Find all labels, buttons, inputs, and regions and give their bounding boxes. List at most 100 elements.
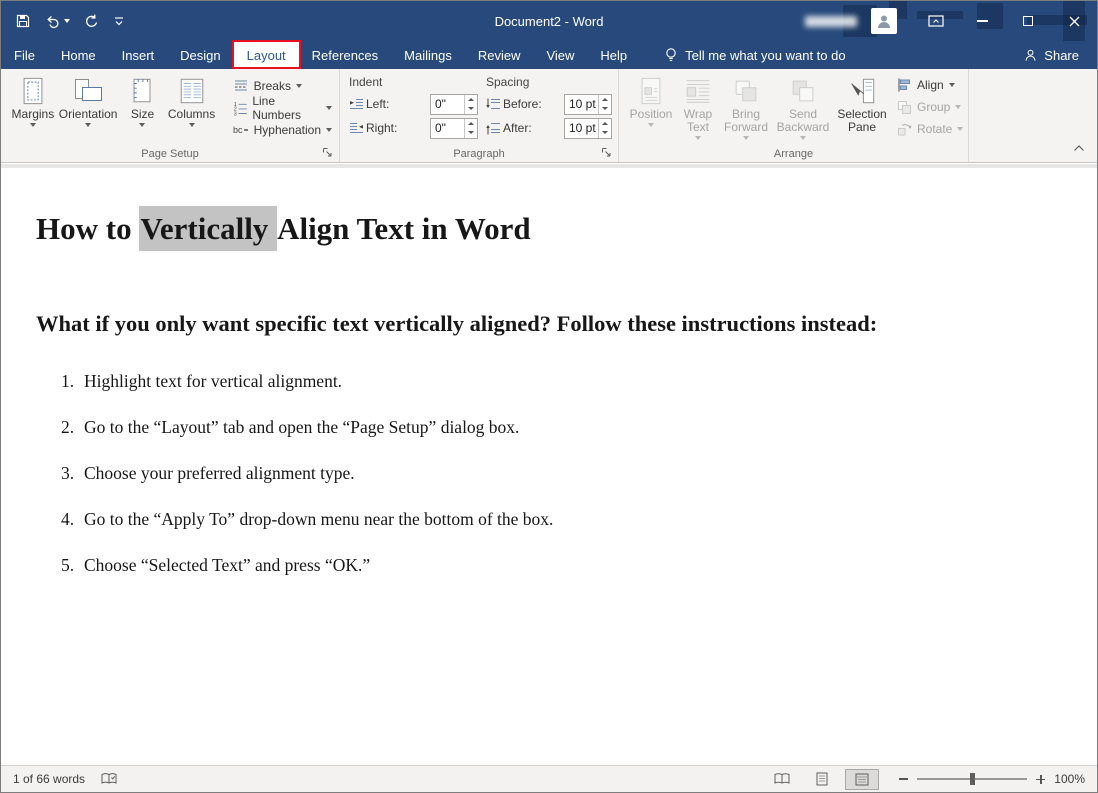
indent-heading: Indent: [349, 75, 478, 89]
spacing-after-spin-down[interactable]: [599, 128, 611, 138]
line-numbers-icon: 123: [233, 100, 248, 116]
svg-text:bc: bc: [233, 125, 243, 135]
print-layout-button[interactable]: [805, 769, 839, 790]
ribbon-display-options-button[interactable]: [913, 1, 959, 41]
hyphenation-label: Hyphenation: [254, 123, 321, 137]
wrap-text-button[interactable]: Wrap Text: [675, 72, 721, 142]
indent-right-spin-down[interactable]: [465, 128, 477, 138]
list-text: Choose “Selected Text” and press “OK.”: [84, 556, 370, 575]
paragraph-dialog-launcher[interactable]: [600, 146, 613, 159]
maximize-button[interactable]: [1005, 1, 1051, 41]
align-button[interactable]: Align: [893, 74, 967, 95]
breaks-label: Breaks: [254, 79, 291, 93]
margins-button[interactable]: Margins: [9, 72, 57, 142]
tab-review[interactable]: Review: [465, 41, 534, 69]
group-dropdown-icon: [955, 105, 961, 109]
tab-mailings[interactable]: Mailings: [391, 41, 465, 69]
spacing-after-label: After:: [503, 121, 532, 135]
share-label: Share: [1044, 48, 1079, 63]
tab-references[interactable]: References: [299, 41, 391, 69]
columns-dropdown-icon: [189, 123, 195, 127]
indent-left-spin-up[interactable]: [465, 95, 477, 105]
collapse-ribbon-button[interactable]: [1073, 139, 1085, 157]
size-button[interactable]: Size: [119, 72, 165, 142]
spacing-before-input[interactable]: [564, 94, 612, 115]
zoom-slider-thumb[interactable]: [970, 773, 975, 785]
indent-left-spin-down[interactable]: [465, 104, 477, 114]
line-numbers-button[interactable]: 123 Line Numbers: [230, 97, 335, 118]
undo-button[interactable]: [45, 13, 70, 29]
tab-home[interactable]: Home: [48, 41, 109, 69]
margins-dropdown-icon: [30, 123, 36, 127]
selection-pane-icon: [847, 74, 877, 108]
minimize-icon: [977, 20, 988, 22]
list-item: 1.Highlight text for vertical alignment.: [36, 372, 1097, 391]
customize-qat-button[interactable]: [114, 15, 124, 27]
read-mode-icon: [774, 773, 790, 785]
spacing-before-spin-down[interactable]: [599, 104, 611, 114]
tab-file[interactable]: File: [1, 41, 48, 69]
spacing-before-spin-up[interactable]: [599, 95, 611, 105]
zoom-level[interactable]: 100%: [1051, 772, 1085, 786]
hyphenation-button[interactable]: bc Hyphenation: [230, 119, 335, 140]
margins-label: Margins: [12, 108, 55, 121]
close-button[interactable]: [1051, 1, 1097, 41]
spacing-after-spin-up[interactable]: [599, 119, 611, 129]
ribbon: Margins Orientation Size: [1, 69, 1097, 163]
zoom-out-button[interactable]: [899, 778, 908, 780]
word-count[interactable]: 1 of 66 words: [13, 772, 85, 786]
bring-forward-button[interactable]: Bring Forward: [721, 72, 771, 142]
spacing-after-icon: [486, 122, 503, 135]
zoom-in-button[interactable]: [1036, 775, 1045, 784]
tab-view[interactable]: View: [533, 41, 587, 69]
redo-icon: [84, 13, 100, 29]
tell-me-box[interactable]: Tell me what you want to do: [664, 41, 845, 69]
document-subheading: What if you only want specific text vert…: [36, 307, 1021, 341]
document-page[interactable]: How to Vertically Align Text in Word Wha…: [1, 168, 1097, 765]
share-button[interactable]: Share: [1023, 41, 1079, 69]
breaks-icon: [233, 78, 249, 94]
redo-button[interactable]: [84, 13, 100, 29]
columns-icon: [177, 74, 207, 108]
tab-help[interactable]: Help: [587, 41, 640, 69]
spacing-after-input[interactable]: [564, 118, 612, 139]
undo-icon: [45, 13, 61, 29]
bring-forward-dropdown-icon: [743, 136, 749, 140]
read-mode-button[interactable]: [765, 769, 799, 790]
tab-design[interactable]: Design: [167, 41, 233, 69]
margins-icon: [18, 74, 48, 108]
position-button[interactable]: Position: [627, 72, 675, 142]
proofing-icon[interactable]: [101, 772, 117, 786]
bring-forward-label: Bring Forward: [724, 108, 768, 134]
list-number: 1.: [61, 372, 84, 391]
selection-pane-button[interactable]: Selection Pane: [835, 72, 889, 142]
send-backward-button[interactable]: Send Backward: [771, 72, 835, 142]
indent-right-input[interactable]: [430, 118, 478, 139]
orientation-label: Orientation: [59, 108, 118, 121]
tab-insert[interactable]: Insert: [109, 41, 168, 69]
orientation-button[interactable]: Orientation: [57, 72, 120, 142]
hyphenation-icon: bc: [233, 122, 249, 138]
group-arrange: Position Wrap Text Bring Forward: [619, 69, 969, 162]
indent-right-spin-up[interactable]: [465, 119, 477, 129]
columns-button[interactable]: Columns: [165, 72, 217, 142]
tab-layout[interactable]: Layout: [234, 41, 299, 69]
save-button[interactable]: [15, 13, 31, 29]
spacing-before-row: Before:: [486, 93, 612, 115]
list-text: Go to the “Apply To” drop-down menu near…: [84, 510, 553, 529]
minimize-button[interactable]: [959, 1, 1005, 41]
list-item: 3.Choose your preferred alignment type.: [36, 464, 1097, 483]
wrap-text-icon: [683, 74, 713, 108]
heading-highlighted-text: Vertically: [139, 206, 277, 251]
group-button[interactable]: Group: [893, 96, 967, 117]
list-number: 2.: [61, 418, 84, 437]
rotate-button[interactable]: Rotate: [893, 118, 967, 139]
line-numbers-dropdown-icon: [326, 106, 332, 110]
web-layout-button[interactable]: [845, 769, 879, 790]
wrap-text-label: Wrap Text: [679, 108, 717, 134]
indent-left-input[interactable]: [430, 94, 478, 115]
avatar[interactable]: [871, 8, 897, 34]
zoom-slider[interactable]: [917, 778, 1027, 780]
indent-right-row: Right:: [349, 117, 478, 139]
page-setup-dialog-launcher[interactable]: [321, 146, 334, 159]
